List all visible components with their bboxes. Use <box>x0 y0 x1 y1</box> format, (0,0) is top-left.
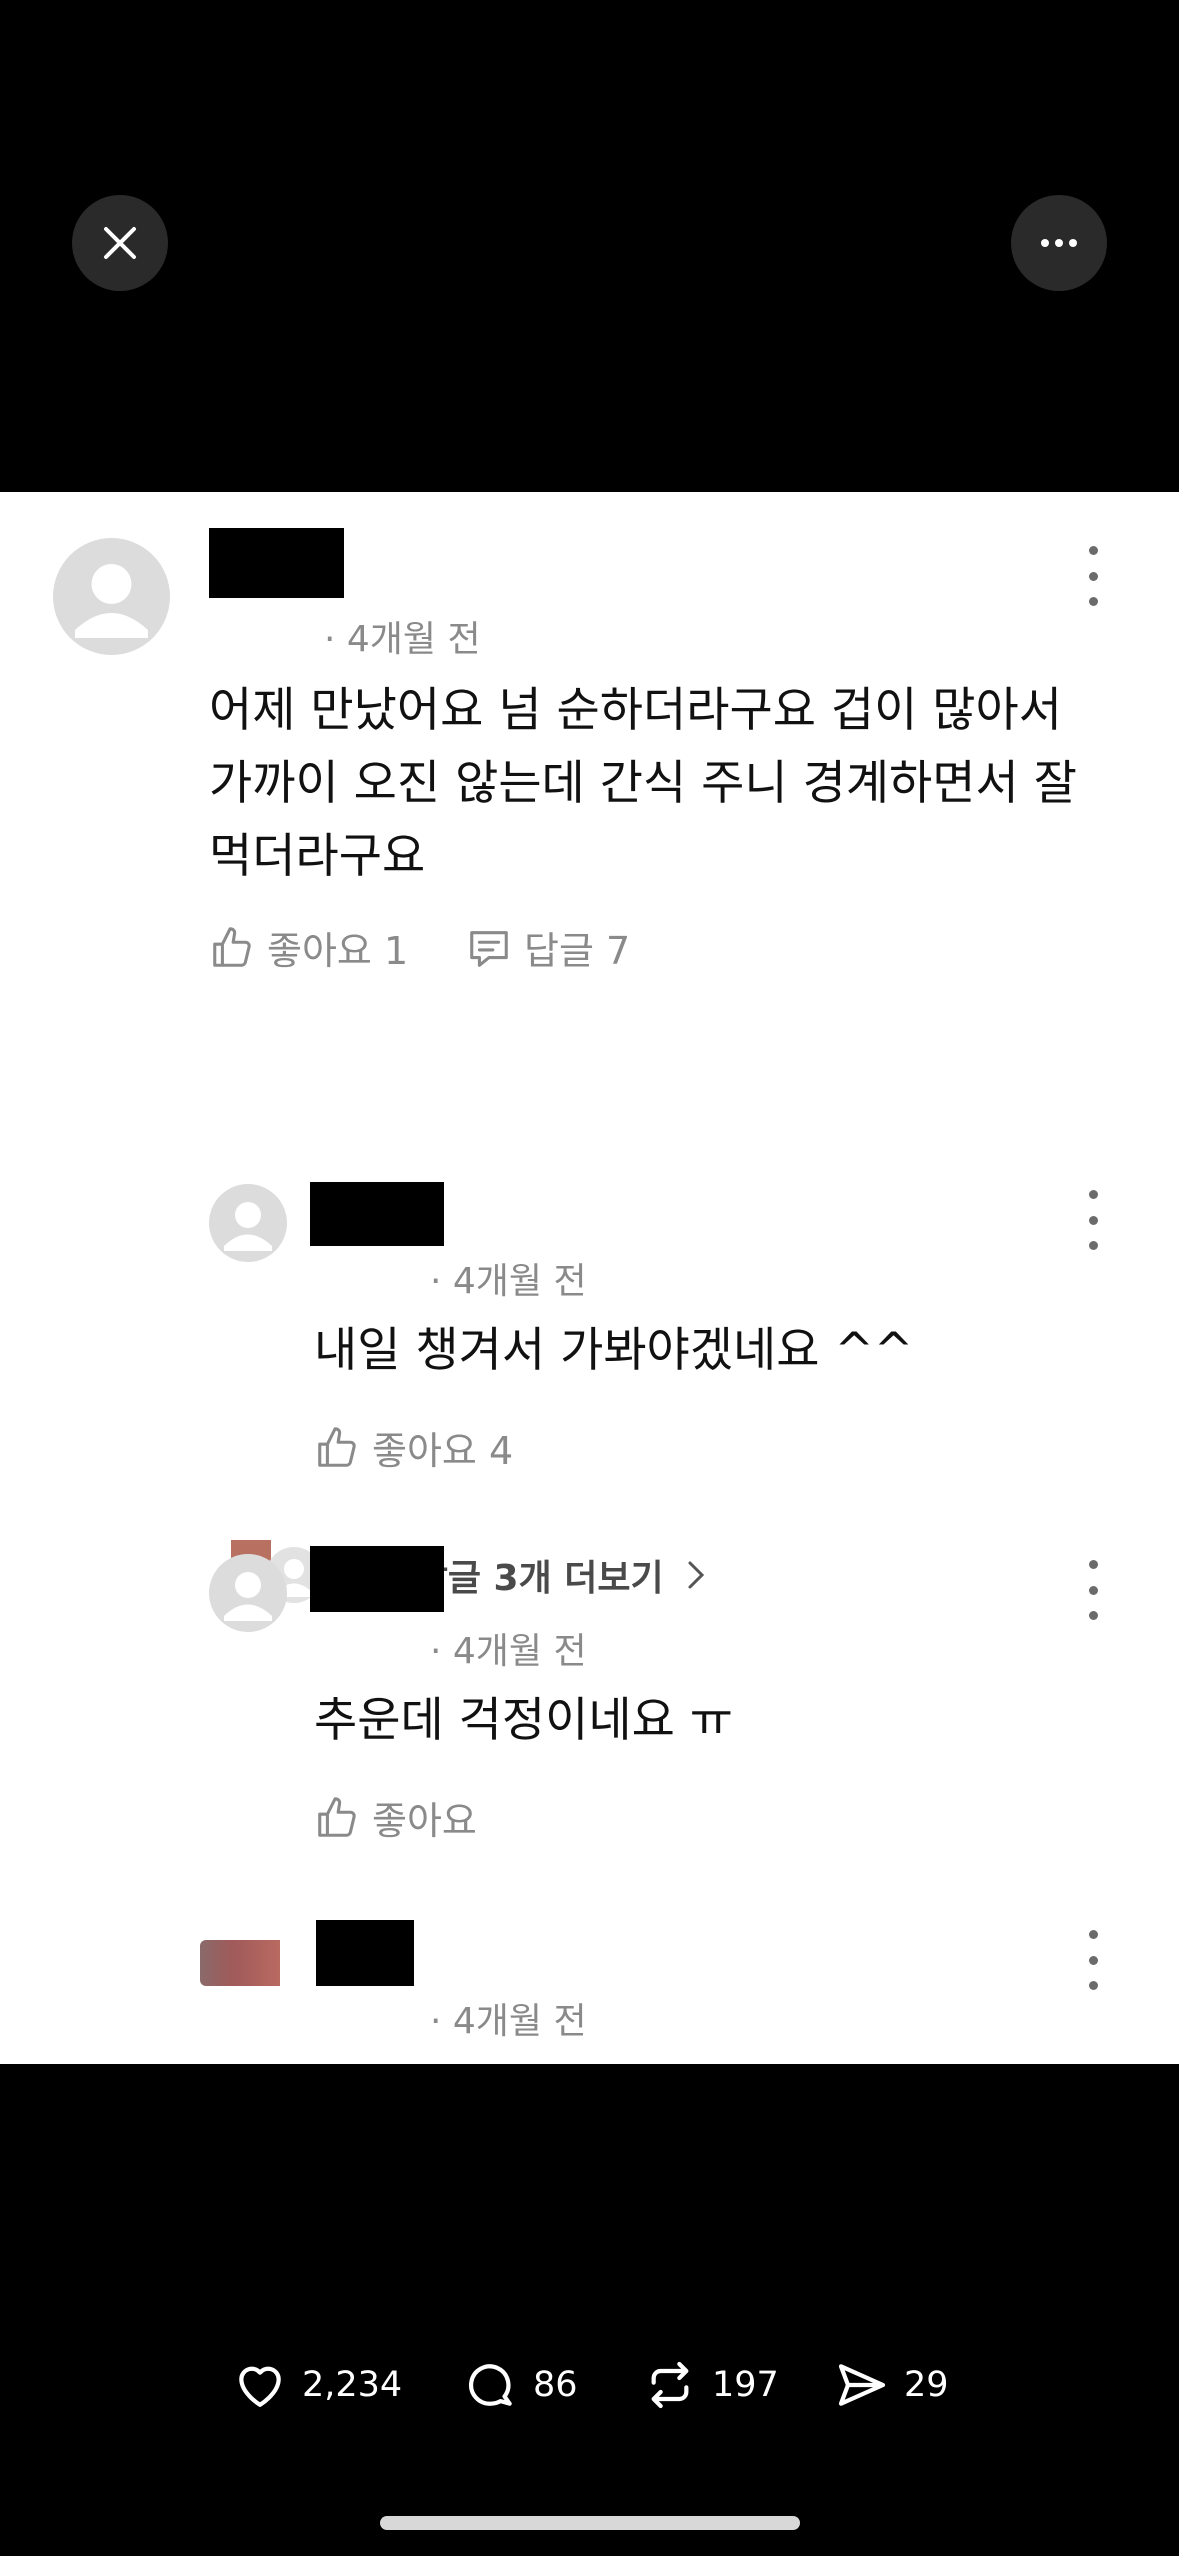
comments-screenshot: · 4개월 전 어제 만났어요 넘 순하더라구요 겁이 많아서 가까이 오진 않… <box>0 492 1179 2064</box>
comment-count: 86 <box>533 2365 578 2405</box>
comment-stat-button[interactable]: 86 <box>463 2340 578 2430</box>
kebab-dot <box>1088 1585 1098 1595</box>
reply-label: 답글 7 <box>524 929 631 973</box>
reply-menu-button[interactable] <box>1073 1560 1113 1620</box>
reply-menu-button[interactable] <box>1073 1930 1113 1990</box>
reply-time: · 4개월 전 <box>430 2001 587 2042</box>
kebab-dot <box>1088 1930 1098 1939</box>
reply-body: 추운데 걱정이네요 ㅠ <box>314 1693 734 1748</box>
share-count: 29 <box>904 2365 949 2405</box>
repost-count: 197 <box>712 2365 779 2405</box>
like-stat-button[interactable]: 2,234 <box>232 2340 402 2430</box>
kebab-dot <box>1088 597 1098 606</box>
avatar <box>209 1184 287 1262</box>
avatar-thumbnail <box>200 1940 280 1986</box>
reply-like-button[interactable]: 좋아요 4 <box>314 1420 513 1475</box>
kebab-dot <box>1088 1215 1098 1225</box>
more-options-button[interactable] <box>1011 195 1107 291</box>
reply-body: 내일 챙겨서 가봐야겠네요 ^^ <box>314 1323 914 1378</box>
kebab-dot <box>1088 571 1098 581</box>
more-horizontal-icon <box>1041 239 1077 247</box>
close-button[interactable] <box>72 195 168 291</box>
comment-reply-button[interactable]: 답글 7 <box>466 920 630 975</box>
thumbs-up-icon <box>213 926 251 967</box>
kebab-dot <box>1088 1241 1098 1250</box>
kebab-dot <box>1088 1560 1098 1569</box>
reply-menu-button[interactable] <box>1073 1190 1113 1250</box>
redacted-username <box>209 528 344 598</box>
comment-like-button[interactable]: 좋아요 1 <box>209 920 408 975</box>
reply-like-button[interactable]: 좋아요 <box>314 1790 477 1845</box>
avatar <box>209 1554 287 1632</box>
engagement-bar: 2,234 86 197 29 <box>0 2340 1179 2430</box>
thumbs-up-icon <box>318 1796 356 1837</box>
redacted-username <box>310 1546 444 1612</box>
close-icon <box>104 227 136 259</box>
repost-stat-button[interactable]: 197 <box>642 2340 779 2430</box>
kebab-dot <box>1088 1190 1098 1199</box>
comment-menu-button[interactable] <box>1073 546 1113 606</box>
redacted-username <box>310 1182 444 1246</box>
reply-time: · 4개월 전 <box>430 1631 587 1672</box>
kebab-dot <box>1088 1611 1098 1620</box>
kebab-dot <box>1088 1981 1098 1990</box>
chevron-right-icon <box>688 1561 704 1589</box>
send-icon <box>838 2364 886 2406</box>
thumbs-up-icon <box>318 1426 356 1467</box>
kebab-dot <box>1088 546 1098 555</box>
home-indicator[interactable] <box>380 2516 800 2530</box>
reply-icon <box>470 930 508 967</box>
like-count: 2,234 <box>302 2365 403 2405</box>
comment-body: 어제 만났어요 넘 순하더라구요 겁이 많아서 가까이 오진 않는데 간식 주니… <box>209 683 1077 884</box>
comment-bubble-icon <box>469 2364 512 2406</box>
repost-icon <box>651 2361 689 2409</box>
share-stat-button[interactable]: 29 <box>834 2340 949 2430</box>
like-label: 좋아요 <box>372 1799 477 1843</box>
comment-time: · 4개월 전 <box>324 619 481 660</box>
like-label: 좋아요 4 <box>372 1429 514 1473</box>
redacted-username <box>316 1920 414 1986</box>
reply-time: · 4개월 전 <box>430 1261 587 1302</box>
like-label: 좋아요 1 <box>267 929 409 973</box>
heart-icon <box>239 2366 281 2407</box>
kebab-dot <box>1088 1955 1098 1965</box>
avatar <box>53 538 170 655</box>
